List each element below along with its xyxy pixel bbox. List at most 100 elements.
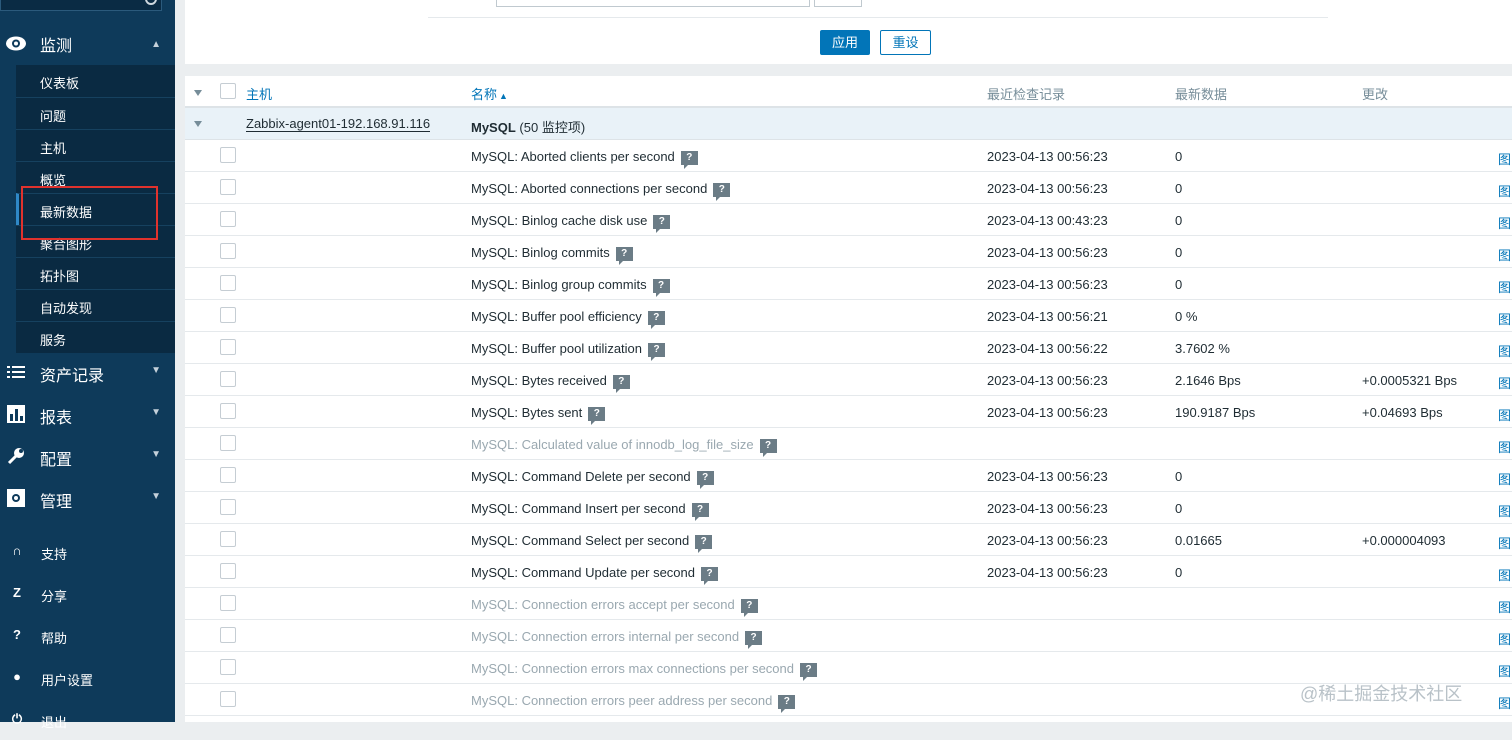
help-icon[interactable]: ? (612, 375, 630, 393)
filter-select-button[interactable] (814, 0, 862, 7)
collapse-group-icon[interactable] (194, 121, 202, 127)
help-icon[interactable]: ? (696, 471, 714, 489)
graph-link[interactable]: 图 (1498, 405, 1511, 424)
sidebar-group-0[interactable]: 资产记录 ▼ (0, 351, 175, 393)
graph-link[interactable]: 图 (1498, 373, 1511, 392)
row-checkbox[interactable] (220, 211, 236, 227)
last-value-cell: 2.1646 Bps (1175, 373, 1241, 388)
sidebar-footer-item-0[interactable]: ∩ 支持 (0, 532, 175, 572)
collapse-all-icon[interactable] (194, 90, 202, 96)
row-checkbox[interactable] (220, 531, 236, 547)
help-icon[interactable]: ? (759, 439, 777, 457)
sidebar-search-input[interactable] (0, 0, 162, 11)
filter-input[interactable] (496, 0, 810, 7)
help-icon[interactable]: ? (778, 695, 796, 713)
apply-button[interactable]: 应用 (820, 30, 870, 55)
row-checkbox[interactable] (220, 435, 236, 451)
help-icon[interactable]: ? (588, 407, 606, 425)
host-link[interactable]: Zabbix-agent01-192.168.91.116 (246, 117, 431, 132)
row-checkbox[interactable] (220, 147, 236, 163)
help-icon[interactable]: ? (701, 567, 718, 585)
row-checkbox[interactable] (220, 627, 236, 643)
row-checkbox[interactable] (220, 467, 236, 483)
chevron-down-icon: ▼ (151, 449, 161, 460)
sidebar-group-3[interactable]: 管理 ▼ (0, 477, 175, 519)
help-icon[interactable]: ? (647, 311, 665, 329)
sidebar-footer-item-1[interactable]: Z 分享 (0, 574, 175, 614)
row-checkbox[interactable] (220, 595, 236, 611)
host-column-header[interactable]: 主机 (246, 84, 272, 103)
row-checkbox[interactable] (220, 339, 236, 355)
row-checkbox[interactable] (220, 307, 236, 323)
last-check-cell: 2023-04-13 00:56:21 (987, 309, 1108, 324)
row-checkbox[interactable] (220, 179, 236, 195)
graph-link[interactable]: 图 (1498, 277, 1511, 296)
sidebar-footer-item-2[interactable]: ? 帮助 (0, 616, 175, 656)
table-row: MySQL: Command Insert per second? 2023-04… (185, 492, 1512, 524)
help-icon[interactable]: ? (652, 279, 670, 297)
last-value-cell: 190.9187 Bps (1175, 405, 1256, 420)
item-name-cell: MySQL: Calculated value of innodb_log_fi… (471, 437, 777, 457)
graph-link[interactable]: 图 (1498, 341, 1511, 360)
help-icon[interactable]: ? (648, 343, 666, 361)
select-all-checkbox[interactable] (220, 83, 236, 99)
reset-button[interactable]: 重设 (880, 30, 931, 55)
row-checkbox[interactable] (220, 499, 236, 515)
graph-link[interactable]: 图 (1498, 213, 1511, 232)
sidebar-item-1[interactable]: 问题 (16, 97, 175, 129)
sidebar-footer-item-4[interactable]: ⏻ 退出 (0, 700, 175, 740)
sort-asc-icon: ▲ (499, 91, 508, 101)
help-icon[interactable]: ? (653, 215, 671, 233)
search-icon[interactable] (145, 0, 157, 5)
graph-link[interactable]: 图 (1498, 533, 1511, 552)
graph-link[interactable]: 图 (1498, 437, 1511, 456)
help-icon[interactable]: ? (713, 183, 731, 201)
row-checkbox[interactable] (220, 563, 236, 579)
sidebar-group-2[interactable]: 配置 ▼ (0, 435, 175, 477)
graph-link[interactable]: 图 (1498, 309, 1511, 328)
row-checkbox[interactable] (220, 659, 236, 675)
graph-link[interactable]: 图 (1498, 565, 1511, 584)
filter-divider (428, 17, 1328, 18)
sidebar-item-2[interactable]: 主机 (16, 129, 175, 161)
help-icon[interactable]: ? (745, 631, 763, 649)
application-count: (50 监控项) (519, 120, 586, 135)
row-checkbox[interactable] (220, 275, 236, 291)
help-icon[interactable]: ? (615, 247, 633, 265)
sidebar-item-label: 主机 (40, 141, 67, 156)
application-name: MySQL (50 监控项) (471, 117, 585, 136)
graph-link[interactable]: 图 (1498, 469, 1511, 488)
help-icon[interactable]: ? (695, 535, 713, 553)
sidebar-footer-item-3[interactable]: ● 用户设置 (0, 658, 175, 698)
item-name: MySQL: Command Update per second (471, 565, 695, 580)
headset-icon: ∩ (12, 543, 22, 558)
graph-link[interactable]: 图 (1498, 597, 1511, 616)
item-name-cell: MySQL: Binlog group commits? (471, 277, 670, 297)
help-icon[interactable]: ? (691, 503, 709, 521)
sidebar-group-monitor[interactable]: 监测 ▲ (0, 23, 175, 65)
graph-link[interactable]: 图 (1498, 629, 1511, 648)
help-icon[interactable]: ? (680, 151, 698, 169)
graph-link[interactable]: 图 (1498, 245, 1511, 264)
help-icon[interactable]: ? (740, 599, 758, 617)
help-icon[interactable]: ? (800, 663, 817, 681)
sidebar-group-label: 资产记录 (40, 368, 105, 385)
filter-panel: 应用 重设 (185, 0, 1512, 64)
sidebar-group-1[interactable]: 报表 ▼ (0, 393, 175, 435)
graph-link[interactable]: 图 (1498, 693, 1511, 712)
row-checkbox[interactable] (220, 371, 236, 387)
name-column-header[interactable]: 名称 ▲ (471, 84, 508, 103)
graph-link[interactable]: 图 (1498, 661, 1511, 680)
graph-link[interactable]: 图 (1498, 149, 1511, 168)
sidebar-item-6[interactable]: 拓扑图 (16, 257, 175, 289)
graph-link[interactable]: 图 (1498, 181, 1511, 200)
graph-link[interactable]: 图 (1498, 501, 1511, 520)
row-checkbox[interactable] (220, 403, 236, 419)
row-checkbox[interactable] (220, 691, 236, 707)
sidebar-item-7[interactable]: 自动发现 (16, 289, 175, 321)
chevron-up-icon: ▲ (151, 38, 161, 50)
row-checkbox[interactable] (220, 243, 236, 259)
sidebar-item-0[interactable]: 仪表板 (16, 65, 175, 97)
table-row: MySQL: Calculated value of innodb_log_fi… (185, 428, 1512, 460)
sidebar-item-8[interactable]: 服务 (16, 321, 175, 353)
